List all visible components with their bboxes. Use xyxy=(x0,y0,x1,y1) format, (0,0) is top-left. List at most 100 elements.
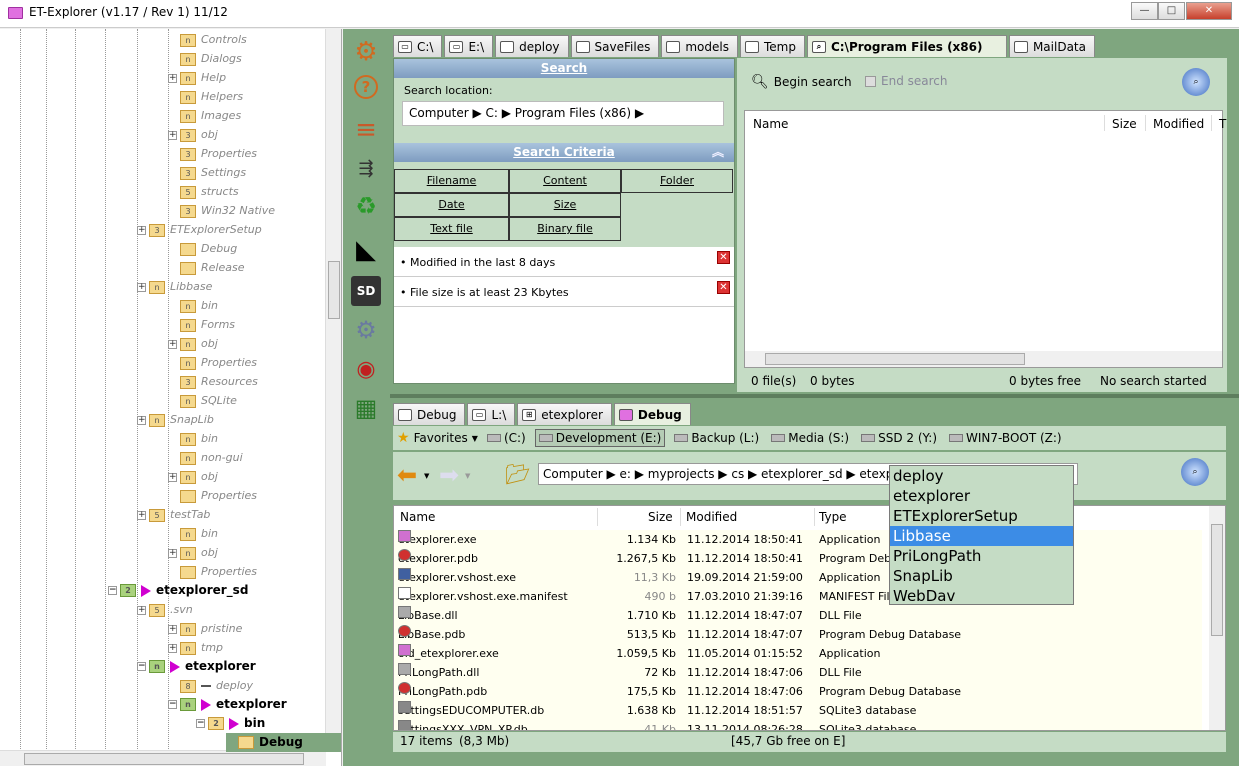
stack-icon[interactable]: ≡ xyxy=(351,115,381,145)
expand-toggle-icon[interactable]: + xyxy=(168,472,177,482)
expand-toggle-icon[interactable]: + xyxy=(137,225,146,235)
gears-run-icon[interactable]: ⚙ xyxy=(351,315,381,345)
file-row[interactable]: etexplorer.vshost.exe.manifest 490 b 17.03… xyxy=(394,587,1202,606)
tree-node[interactable]: n Controls xyxy=(168,30,247,49)
file-list-scrollbar[interactable] xyxy=(1209,506,1225,730)
favorite-drive[interactable]: Development (E:) xyxy=(534,429,666,447)
tree-node[interactable]: Properties xyxy=(168,562,257,581)
results-column-header[interactable]: Name xyxy=(753,117,788,131)
tree-node[interactable]: 3 Resources xyxy=(168,372,258,391)
tree-vertical-scrollbar[interactable] xyxy=(325,29,341,749)
criteria-button-text-file[interactable]: Text file xyxy=(394,217,509,241)
address-dropdown-item[interactable]: PriLongPath xyxy=(890,546,1073,566)
forward-dropdown-icon[interactable]: ▼ xyxy=(465,472,470,480)
expand-toggle-icon[interactable]: + xyxy=(168,73,177,83)
file-row[interactable]: etexplorer.pdb 1.267,5 Kb 11.12.2014 18:50… xyxy=(394,549,1202,568)
expand-toggle-icon[interactable]: − xyxy=(137,662,146,671)
search-header[interactable]: Search xyxy=(394,59,734,78)
file-list[interactable]: Name Size Modified Type etexplorer.exe 1.134 … xyxy=(393,505,1226,731)
tree-node[interactable]: +5 testTab xyxy=(137,505,210,524)
file-column-header[interactable]: Modified xyxy=(686,510,737,524)
favorite-drive[interactable]: Media (S:) xyxy=(768,430,852,446)
top-tab[interactable]: deploy xyxy=(495,35,569,57)
criteria-button-content[interactable]: Content xyxy=(509,169,621,193)
tree-node[interactable]: n bin xyxy=(168,524,218,543)
tree-node[interactable]: 3 Settings xyxy=(168,163,246,182)
tree-node[interactable]: n bin xyxy=(168,429,218,448)
favorite-drive[interactable]: SSD 2 (Y:) xyxy=(858,430,940,446)
top-tab[interactable]: Temp xyxy=(739,35,805,57)
end-search-button[interactable]: End search xyxy=(865,74,947,88)
criteria-item[interactable]: • File size is at least 23 Kbytes ✕ xyxy=(394,277,734,307)
file-row[interactable]: PriLongPath.dll 72 Kb 11.12.2014 18:47:06 D… xyxy=(394,663,1202,682)
top-tab[interactable]: models xyxy=(661,35,738,57)
up-folder-icon[interactable]: 📂︎ xyxy=(505,462,530,486)
tree-node[interactable]: + n Libbase xyxy=(137,277,212,296)
bottom-tab[interactable]: Debug xyxy=(393,403,466,425)
scrollbar-thumb[interactable] xyxy=(24,753,304,765)
address-dropdown-item[interactable]: WebDav xyxy=(890,586,1073,606)
tree-node[interactable]: + n obj xyxy=(168,467,218,486)
file-row[interactable]: etexplorer.vshost.exe 11,3 Kb 19.09.2014 2… xyxy=(394,568,1202,587)
remove-criteria-icon[interactable]: ✕ xyxy=(717,281,730,294)
top-tab[interactable]: MailData xyxy=(1008,35,1095,57)
expand-toggle-icon[interactable]: + xyxy=(137,415,146,425)
top-tab[interactable]: ▭ E:\ xyxy=(444,35,494,57)
favorite-drive[interactable]: WIN7-BOOT (Z:) xyxy=(946,430,1065,446)
tree-node[interactable]: 3 Properties xyxy=(168,144,257,163)
search-criteria-header[interactable]: Search Criteria ︽ xyxy=(394,143,734,162)
tree-node[interactable]: + n obj xyxy=(168,334,218,353)
address-dropdown-item[interactable]: Libbase xyxy=(890,526,1073,546)
tree-node[interactable]: n Forms xyxy=(168,315,235,334)
expand-toggle-icon[interactable]: + xyxy=(137,605,146,615)
tree-node[interactable]: + n SnapLib xyxy=(137,410,214,429)
begin-search-button[interactable]: 🔍︎ Begin search xyxy=(751,74,852,90)
expand-toggle-icon[interactable]: − xyxy=(196,719,205,728)
tree-node[interactable]: − n etexplorer xyxy=(168,695,287,714)
tree-node[interactable]: +3 ETExplorerSetup xyxy=(137,220,262,239)
bottom-tab[interactable]: Debug xyxy=(613,403,691,425)
file-row[interactable]: settingsXXX_VPN_XP.db 41 Kb 13.11.2014 08:… xyxy=(394,720,1202,730)
recycle-bin-icon[interactable]: ♻ xyxy=(351,191,381,221)
criteria-button-folder[interactable]: Folder xyxy=(621,169,733,193)
tree-node[interactable]: + n pristine xyxy=(168,619,242,638)
monitor-icon[interactable]: ◣ xyxy=(351,235,381,265)
criteria-button-binary-file[interactable]: Binary file xyxy=(509,217,621,241)
tree-node[interactable]: Release xyxy=(168,258,244,277)
expand-toggle-icon[interactable]: + xyxy=(137,282,146,292)
tree-node[interactable]: Debug xyxy=(226,733,341,752)
top-tab[interactable]: SaveFiles xyxy=(570,35,660,57)
scrollbar-thumb[interactable] xyxy=(765,353,1025,365)
tree-node[interactable]: +5 .svn xyxy=(137,600,193,619)
expand-toggle-icon[interactable]: + xyxy=(168,548,177,558)
expand-toggle-icon[interactable]: + xyxy=(168,624,177,634)
tree-node[interactable]: n non-gui xyxy=(168,448,243,467)
tree-node[interactable]: + n tmp xyxy=(168,638,223,657)
expand-toggle-icon[interactable]: + xyxy=(168,339,177,349)
file-row[interactable]: old_etexplorer.exe 1.059,5 Kb 11.05.2014 0… xyxy=(394,644,1202,663)
tree-node[interactable]: −2 etexplorer_sd xyxy=(108,581,248,600)
back-dropdown-icon[interactable]: ▼ xyxy=(424,472,429,480)
tree-node[interactable]: n bin xyxy=(168,296,218,315)
tree-horizontal-scrollbar[interactable] xyxy=(0,750,326,766)
tree-node[interactable]: n SQLite xyxy=(168,391,237,410)
file-row[interactable]: LibBase.pdb 513,5 Kb 11.12.2014 18:47:07 Pr… xyxy=(394,625,1202,644)
compare-icon[interactable]: ⇶ xyxy=(351,153,381,183)
media-icon[interactable]: ◉ xyxy=(351,354,381,384)
criteria-item[interactable]: • Modified in the last 8 days ✕ xyxy=(394,247,734,277)
favorite-drive[interactable]: (C:) xyxy=(484,430,529,446)
results-column-header[interactable]: T xyxy=(1219,117,1226,131)
favorites-menu[interactable]: ★ Favorites ▼ xyxy=(397,430,478,446)
tree-node[interactable]: n Dialogs xyxy=(168,49,242,68)
results-column-header[interactable]: Size xyxy=(1112,117,1137,131)
results-horizontal-scrollbar[interactable] xyxy=(745,351,1222,367)
folder-tree[interactable]: n Controls n Dialogs + n Help n Helpers n Images +3… xyxy=(0,29,342,766)
remove-criteria-icon[interactable]: ✕ xyxy=(717,251,730,264)
expand-toggle-icon[interactable]: + xyxy=(168,130,177,140)
address-dropdown-item[interactable]: etexplorer xyxy=(890,486,1073,506)
view-options-icon[interactable]: ⌕ xyxy=(1182,68,1210,96)
criteria-button-filename[interactable]: Filename xyxy=(394,169,509,193)
expand-toggle-icon[interactable]: − xyxy=(108,586,117,595)
tree-node[interactable]: Debug xyxy=(168,239,237,258)
tree-node[interactable]: 3 Win32 Native xyxy=(168,201,275,220)
